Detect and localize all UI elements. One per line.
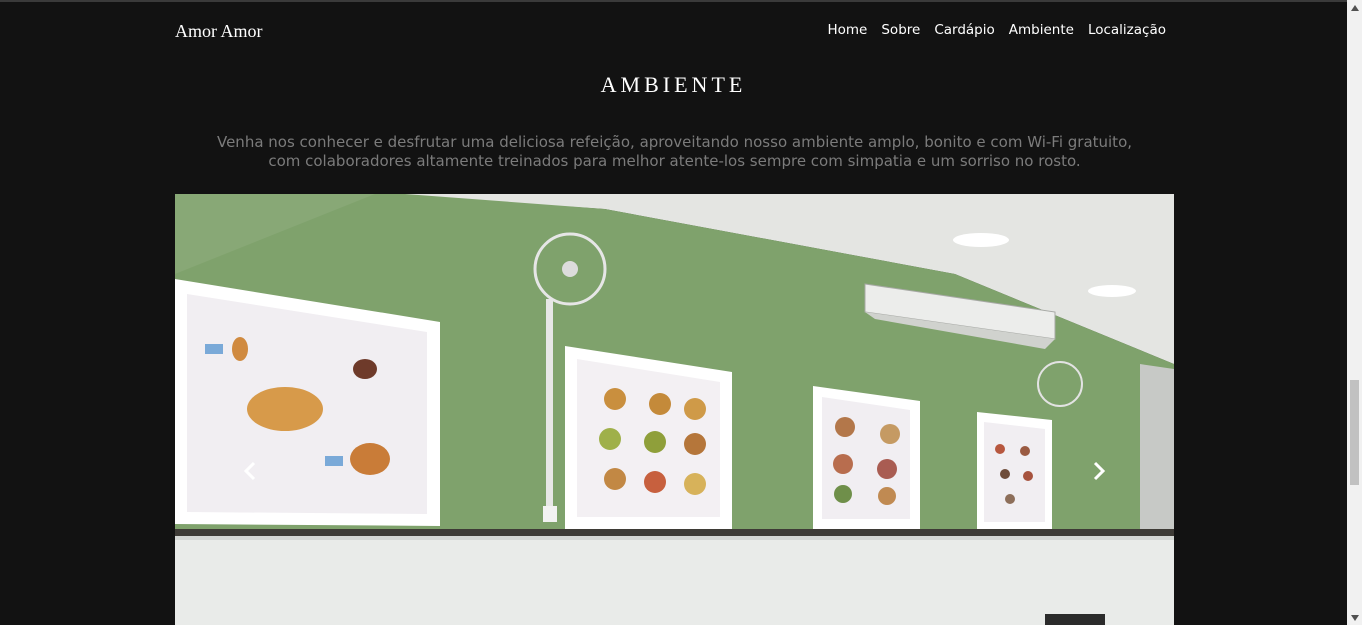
restaurant-interior-photo (175, 194, 1174, 625)
scrollbar-thumb[interactable] (1350, 380, 1359, 485)
section-description: Venha nos conhecer e desfrutar uma delic… (175, 133, 1174, 171)
brand-logo[interactable]: Amor Amor (175, 21, 263, 42)
nav-sobre[interactable]: Sobre (881, 22, 920, 38)
description-line-2: com colaboradores altamente treinados pa… (268, 152, 1081, 170)
nav-ambiente[interactable]: Ambiente (1009, 22, 1074, 38)
nav-home[interactable]: Home (827, 22, 867, 38)
ambiente-carousel[interactable] (175, 194, 1174, 625)
scroll-up-arrow-icon[interactable] (1347, 0, 1362, 15)
nav-cardapio[interactable]: Cardápio (934, 22, 994, 38)
section-title: AMBIENTE (600, 72, 747, 97)
nav-menu: Home Sobre Cardápio Ambiente Localização (813, 22, 1166, 38)
description-line-1: Venha nos conhecer e desfrutar uma delic… (216, 133, 1133, 151)
carousel-next-button[interactable] (1084, 456, 1114, 486)
scroll-down-arrow-icon[interactable] (1347, 610, 1362, 625)
scrollbar[interactable] (1347, 0, 1362, 625)
navbar: Amor Amor Home Sobre Cardápio Ambiente L… (0, 2, 1347, 58)
carousel-prev-button[interactable] (235, 456, 265, 486)
nav-localizacao[interactable]: Localização (1088, 22, 1166, 38)
chevron-right-icon (1093, 461, 1106, 481)
chevron-left-icon (243, 461, 256, 481)
